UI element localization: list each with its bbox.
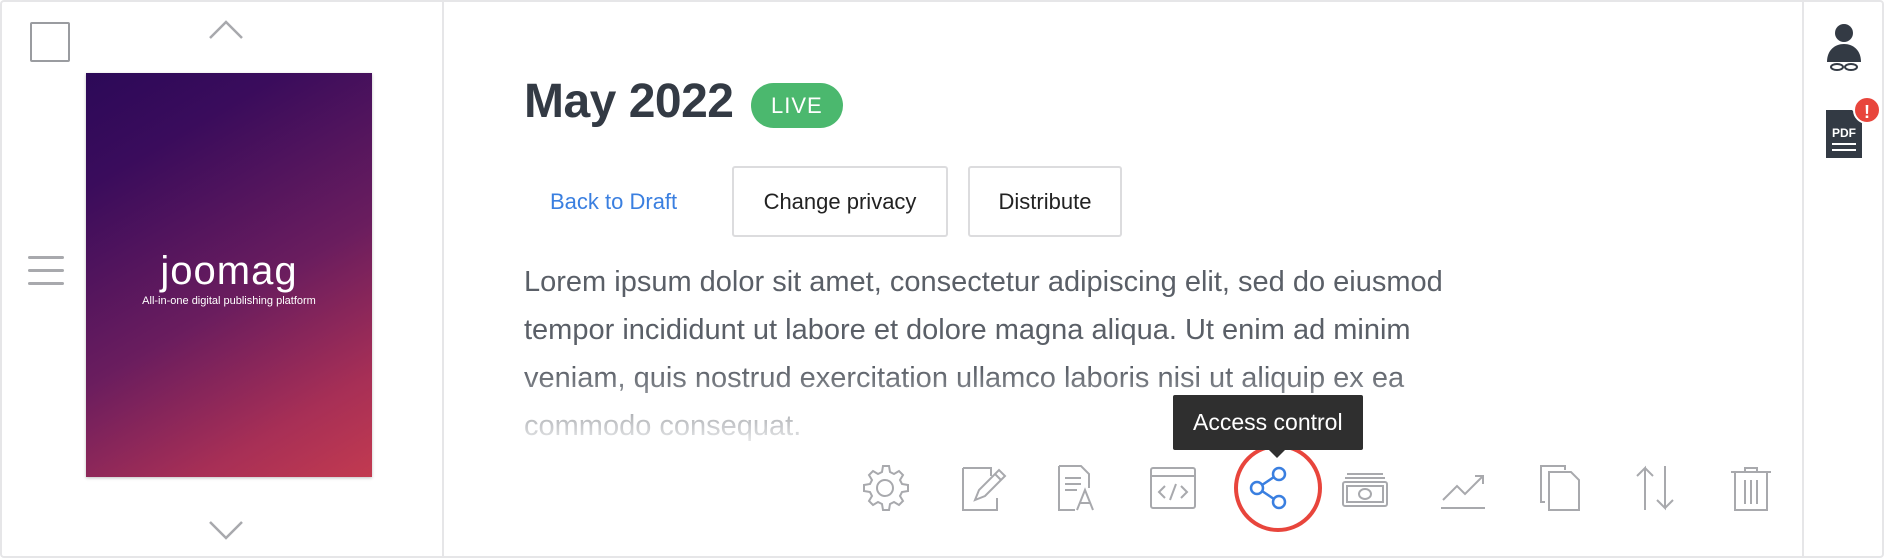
text-document-icon[interactable]	[1049, 460, 1105, 516]
issue-title: May 2022	[524, 75, 734, 128]
change-privacy-button[interactable]: Change privacy	[732, 166, 948, 237]
cover-tagline: All-in-one digital publishing platform	[142, 295, 316, 307]
issue-card: joomag All-in-one digital publishing pla…	[0, 0, 1884, 558]
select-checkbox[interactable]	[30, 22, 70, 62]
edit-pencil-icon[interactable]	[953, 460, 1009, 516]
issue-thumbnail-column: joomag All-in-one digital publishing pla…	[2, 2, 444, 556]
back-to-draft-button[interactable]: Back to Draft	[534, 167, 693, 237]
delete-trash-icon[interactable]	[1723, 460, 1779, 516]
drag-handle-icon[interactable]	[28, 256, 64, 288]
access-control-tooltip: Access control	[1173, 395, 1363, 458]
cover-logo: joomag	[160, 249, 298, 293]
right-sidebar: PDF !	[1802, 2, 1884, 556]
duplicate-copy-icon[interactable]	[1531, 460, 1587, 516]
pdf-label: PDF	[1832, 126, 1856, 140]
analytics-chart-icon[interactable]	[1435, 460, 1491, 516]
status-badge: LIVE	[751, 83, 843, 128]
move-down-icon[interactable]	[206, 518, 246, 542]
access-control-share-icon[interactable]	[1241, 460, 1297, 516]
issue-cover-image[interactable]: joomag All-in-one digital publishing pla…	[86, 73, 372, 477]
embed-code-icon[interactable]	[1145, 460, 1201, 516]
distribute-button[interactable]: Distribute	[968, 166, 1122, 237]
alert-badge: !	[1853, 96, 1881, 124]
settings-gear-icon[interactable]	[857, 460, 913, 516]
sort-arrows-icon[interactable]	[1627, 460, 1683, 516]
user-access-icon[interactable]	[1824, 22, 1864, 72]
move-up-icon[interactable]	[206, 18, 246, 42]
monetize-money-icon[interactable]	[1337, 460, 1393, 516]
